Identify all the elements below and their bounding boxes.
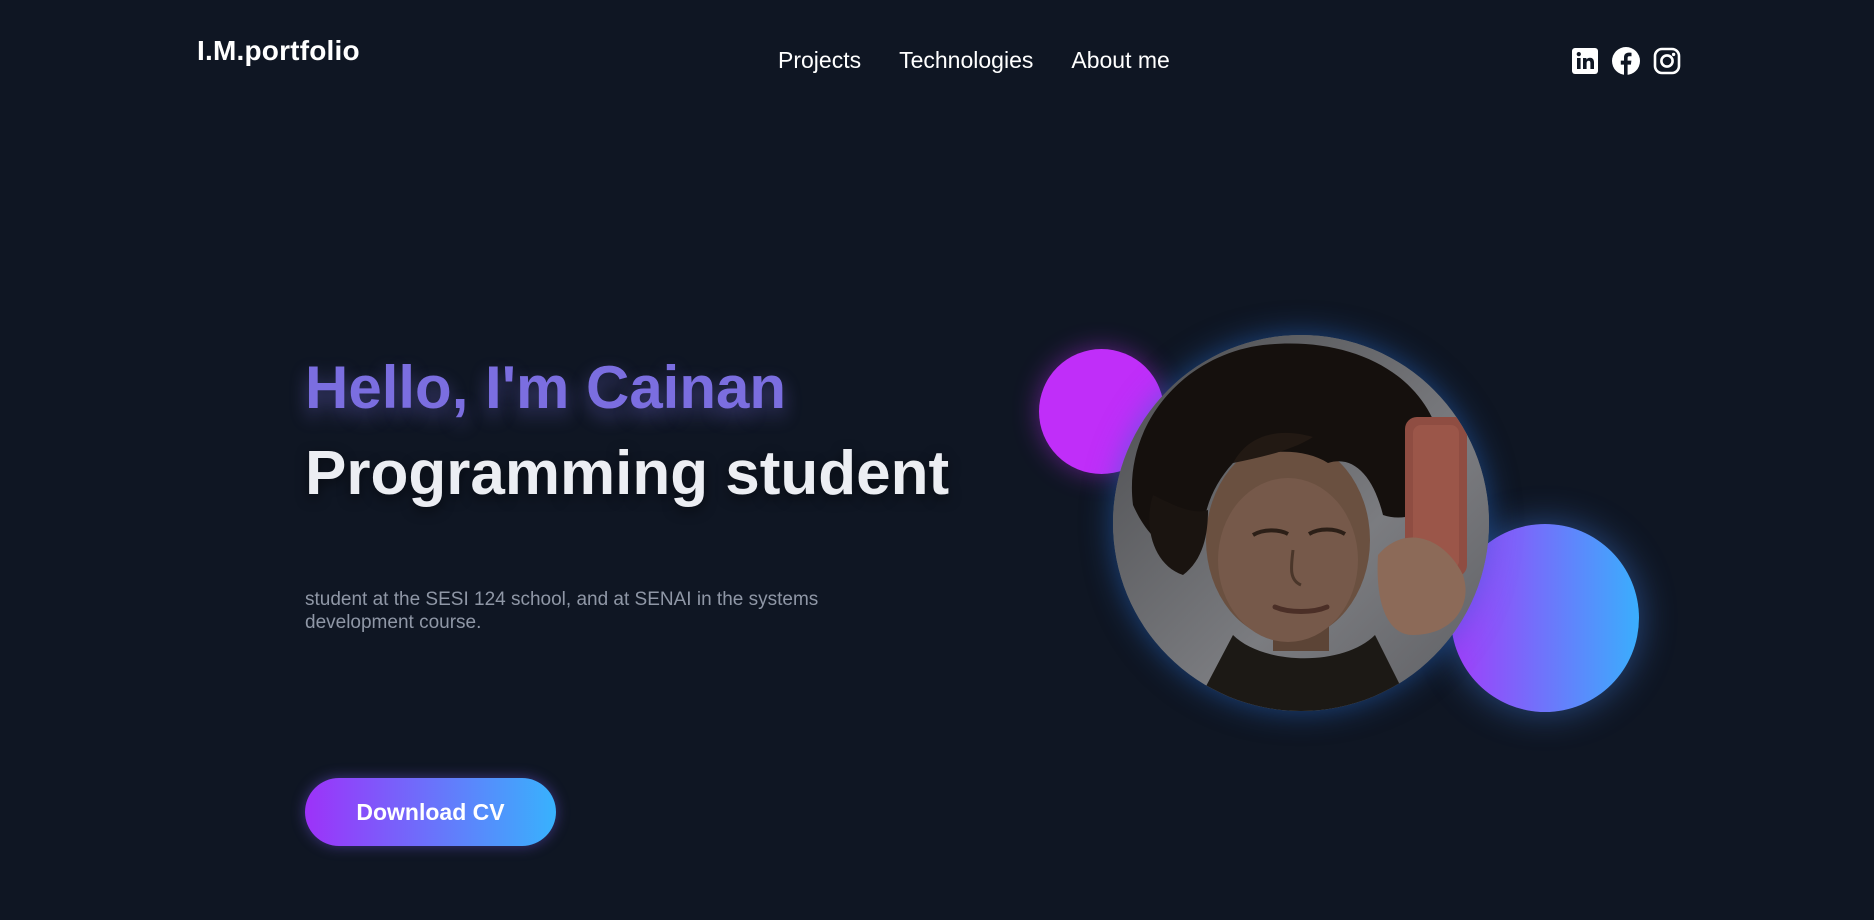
profile-photo-illustration <box>1113 335 1489 711</box>
nav-link-about-me[interactable]: About me <box>1071 46 1169 74</box>
instagram-icon[interactable] <box>1652 46 1682 76</box>
facebook-icon[interactable] <box>1611 46 1641 76</box>
main-nav: Projects Technologies About me <box>778 46 1170 74</box>
linkedin-icon[interactable] <box>1570 46 1600 76</box>
social-links <box>1570 46 1682 76</box>
logo[interactable]: I.M.portfolio <box>197 34 360 68</box>
hero-description: student at the SESI 124 school, and at S… <box>305 589 819 633</box>
hero-role: Programming student <box>305 439 950 508</box>
hero-greeting: Hello, I'm Cainan <box>305 354 787 421</box>
download-cv-button[interactable]: Download CV <box>305 778 556 846</box>
nav-link-projects[interactable]: Projects <box>778 46 861 74</box>
profile-photo <box>1113 335 1489 711</box>
nav-link-technologies[interactable]: Technologies <box>899 46 1033 74</box>
